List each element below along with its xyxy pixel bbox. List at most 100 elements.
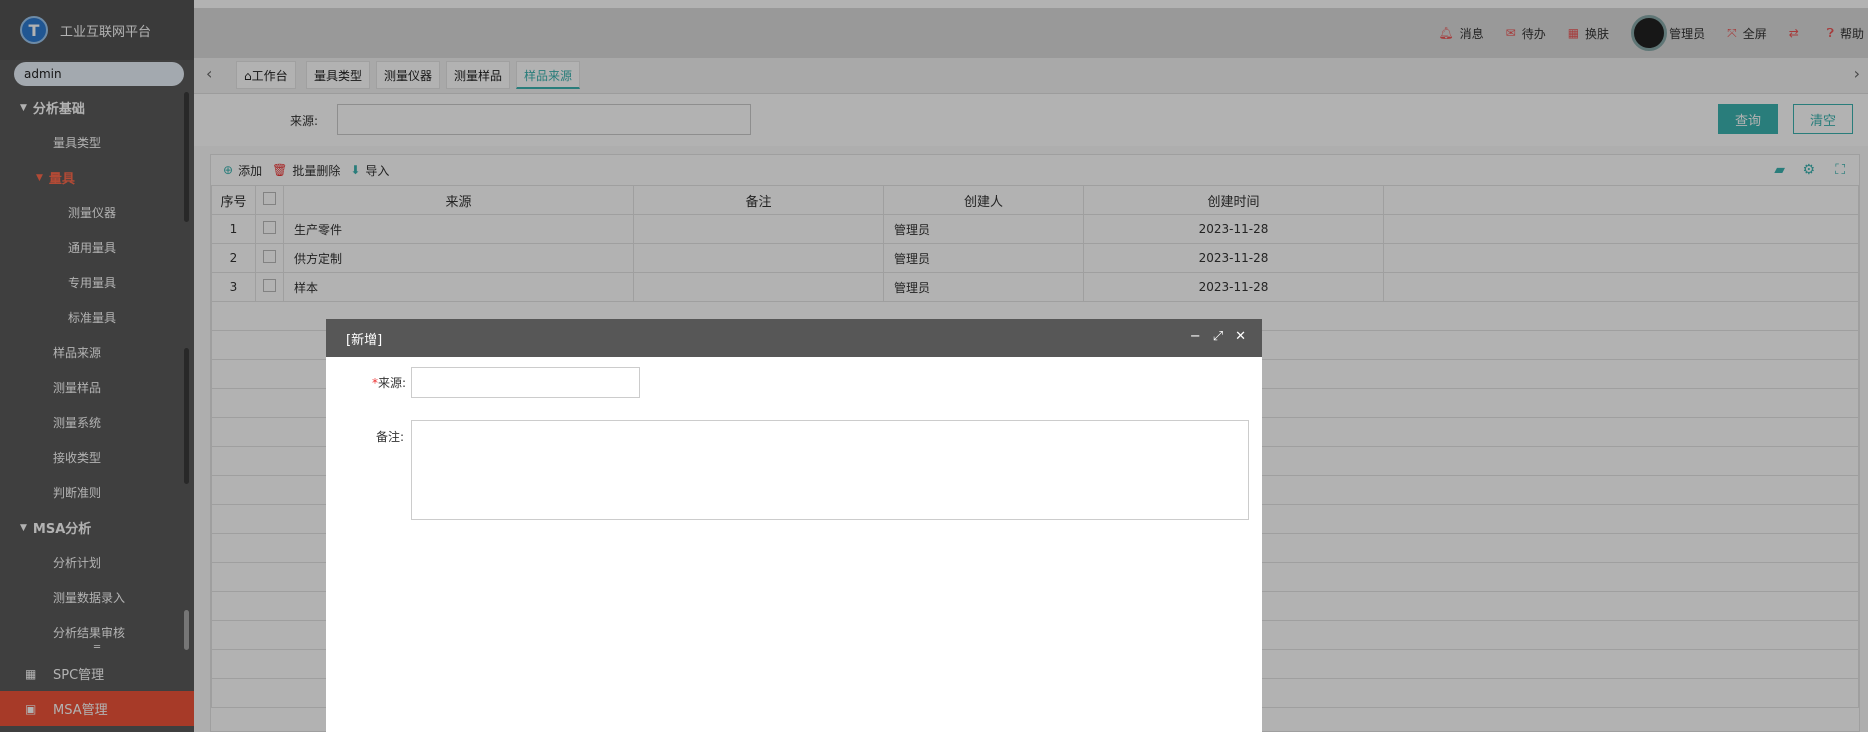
remark-textarea[interactable] [411,420,1249,520]
fullscreen-button[interactable]: ⤧ 全屏 [1727,25,1767,42]
maximize-icon[interactable]: ⤢ [1213,329,1223,344]
import-button[interactable]: ⬇ 导入 [350,162,389,179]
col-created-time: 创建时间 [1083,185,1384,215]
tab-label: 测量样品 [454,69,503,83]
sidebar-scrollbar[interactable] [184,92,189,222]
expand-icon[interactable]: ⛶ [1835,162,1845,178]
menu-label: 测量系统 [53,416,102,430]
bottom-nav: ▦ SPC管理 ▣ MSA管理 [0,656,194,726]
user-menu[interactable]: 管理员 [1631,15,1705,51]
topbar-label: 换肤 [1585,26,1610,41]
menu-label: 标准量具 [68,311,117,325]
help-button[interactable]: ❓︎ 帮助 [1827,25,1864,42]
menu-group-gauge[interactable]: ▼ 量具 [0,160,194,195]
menu-item-measuring-instrument[interactable]: 测量仪器 [0,195,194,230]
cell-checkbox[interactable] [255,272,284,302]
import-icon: ⬇ [350,163,361,177]
col-select-all[interactable] [255,185,284,215]
tab-scroll-left-icon[interactable]: ‹ [206,64,212,83]
source-field-input[interactable] [411,367,640,398]
sidebar-search-input[interactable]: admin [14,62,184,86]
menu-item-gauge-type[interactable]: 量具类型 [0,125,194,160]
todo-button[interactable]: ✉ 待办 [1506,25,1546,42]
filter-source-label: 来源: [290,114,319,128]
table-row[interactable]: 2 供方定制 管理员 2023-11-28 [211,243,1859,273]
source-field-label: *来源: [372,374,406,391]
dialog-title: [新增] [346,332,383,348]
messages-button[interactable]: 🔔︎ 消息 [1438,25,1483,42]
tab-measurement-sample[interactable]: 测量样品 [446,61,511,89]
user-name: 管理员 [1669,26,1706,41]
menu-label: 接收类型 [53,451,102,465]
tab-workbench[interactable]: ⌂工作台 [236,61,296,89]
nav-spc-management[interactable]: ▦ SPC管理 [0,656,194,691]
nav-msa-management[interactable]: ▣ MSA管理 [0,691,194,726]
fullscreen-icon: ⤧ [1727,25,1737,40]
tab-label: 量具类型 [314,69,363,83]
add-dialog: [新增] − ⤢ ✕ *来源: 备注: [326,319,1262,732]
menu-group-msa-analysis[interactable]: ▼ MSA分析 [0,510,194,545]
cell-created-time: 2023-11-28 [1083,243,1384,273]
menu-item-measurement-sample[interactable]: 测量样品 [0,370,194,405]
topbar-label: 消息 [1459,26,1484,41]
cell-creator: 管理员 [883,272,1084,302]
add-button[interactable]: ⊕ 添加 [223,162,262,179]
menu-item-sample-source[interactable]: 样品来源 [0,335,194,370]
filter-bar: 来源: 查询 清空 [194,94,1868,146]
cell-index: 2 [211,243,256,273]
menu-item-acceptance-type[interactable]: 接收类型 [0,440,194,475]
toolbar-label: 批量删除 [292,163,341,178]
topbar-label: 全屏 [1742,26,1767,41]
tab-measuring-instrument[interactable]: 测量仪器 [376,61,441,89]
cell-filler [1383,214,1859,244]
gear-icon[interactable]: ⚙ [1802,162,1815,178]
cell-filler [1383,243,1859,273]
document-icon: ▣ [25,701,37,716]
bell-icon: 🔔︎ [1438,26,1454,40]
row-checkbox[interactable] [263,279,276,292]
cell-remark [633,243,884,273]
skin-button[interactable]: ▦ 换肤 [1568,25,1609,42]
menu-item-standard-gauge[interactable]: 标准量具 [0,300,194,335]
select-all-checkbox[interactable] [263,191,276,205]
filter-source-input[interactable] [337,104,751,135]
tab-label: 工作台 [251,69,288,83]
col-filler [1383,185,1859,215]
table-row[interactable]: 1 生产零件 管理员 2023-11-28 [211,214,1859,244]
menu-item-data-entry[interactable]: 测量数据录入 [0,580,194,615]
drag-handle-icon[interactable]: ═ [0,643,194,654]
tab-gauge-type[interactable]: 量具类型 [306,61,371,89]
minimize-icon[interactable]: − [1190,329,1201,344]
menu-item-measurement-system[interactable]: 测量系统 [0,405,194,440]
tab-scroll-right-icon[interactable]: › [1854,64,1860,83]
cell-remark [633,272,884,302]
menu-label: 分析计划 [53,556,102,570]
cell-checkbox[interactable] [255,243,284,273]
cell-remark [633,214,884,244]
app-logo: T [20,16,48,44]
menu-label: 量具类型 [53,136,102,150]
row-checkbox[interactable] [263,221,276,234]
grid-toolbar: ⊕ 添加 🗑︎ 批量删除 ⬇ 导入 ▰ ⚙ ⛶ [211,155,1859,185]
dialog-header: [新增] − ⤢ ✕ [326,319,1262,357]
menu-item-analysis-plan[interactable]: 分析计划 [0,545,194,580]
menu-item-general-gauge[interactable]: 通用量具 [0,230,194,265]
table-row[interactable]: 3 样本 管理员 2023-11-28 [211,272,1859,302]
close-icon[interactable]: ✕ [1235,329,1246,344]
col-index: 序号 [211,185,256,215]
batch-delete-button[interactable]: 🗑︎ 批量删除 [272,162,340,179]
row-checkbox[interactable] [263,250,276,263]
menu-item-judgement-criteria[interactable]: 判断准则 [0,475,194,510]
cell-checkbox[interactable] [255,214,284,244]
menu-item-special-gauge[interactable]: 专用量具 [0,265,194,300]
menu-group-analysis-basics[interactable]: ▼ 分析基础 [0,90,194,125]
help-icon: ❓︎ [1826,25,1834,40]
menu-label: 测量数据录入 [53,591,126,605]
switch-button[interactable]: ⇄ [1789,26,1805,40]
query-button[interactable]: 查询 [1718,104,1778,134]
tab-sample-source[interactable]: 样品来源 [516,61,581,89]
cell-index: 1 [211,214,256,244]
folder-icon[interactable]: ▰ [1774,162,1785,178]
clear-button[interactable]: 清空 [1793,104,1853,134]
sidebar-scrollbar[interactable] [184,348,189,484]
